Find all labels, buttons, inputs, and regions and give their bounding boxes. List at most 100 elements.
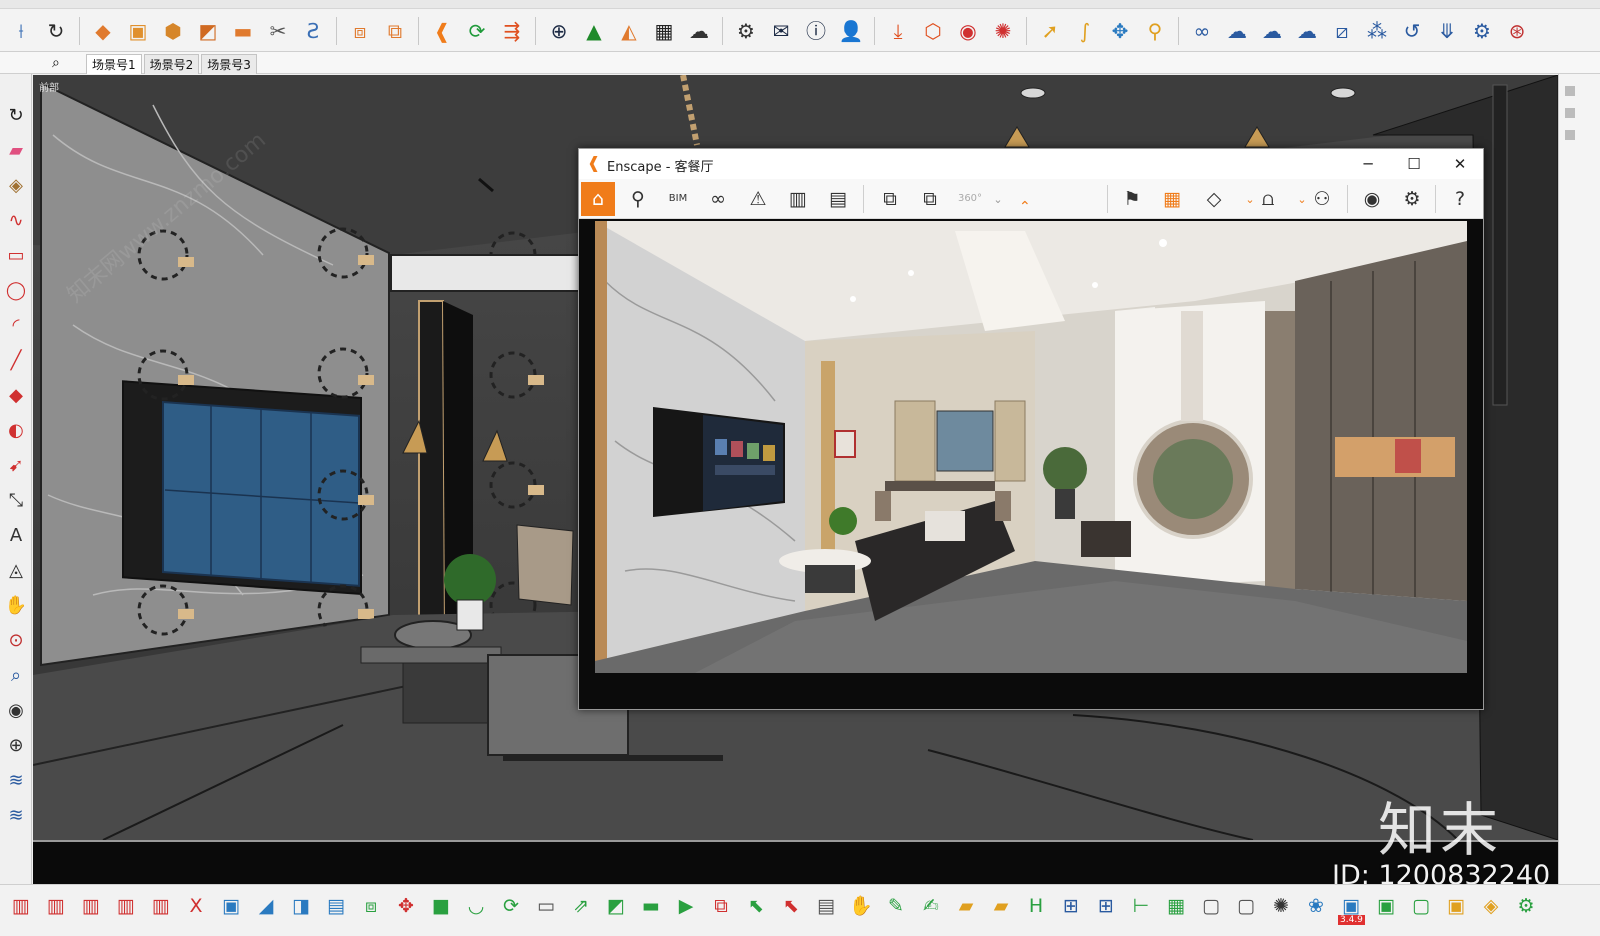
scale-icon[interactable]: Ƨ xyxy=(298,16,328,46)
door-2-icon[interactable]: ▰ xyxy=(986,891,1016,921)
bar-icon[interactable]: ▬ xyxy=(636,891,666,921)
text-icon[interactable]: A xyxy=(2,522,30,550)
cycle-icon[interactable]: ⟳ xyxy=(496,891,526,921)
mail-icon[interactable]: ✉ xyxy=(766,16,796,46)
tape-icon[interactable]: ✂ xyxy=(263,16,293,46)
cube-2-icon[interactable]: ▢ xyxy=(1231,891,1261,921)
cloud-sync-icon[interactable]: ☁ xyxy=(1257,16,1287,46)
ruby-icon[interactable]: ◉ xyxy=(953,16,983,46)
eraser-icon[interactable]: ▰ xyxy=(2,137,30,165)
location-icon[interactable]: ⚲ xyxy=(1140,16,1170,46)
section-fill-icon[interactable]: ≋ xyxy=(2,802,30,830)
minimize-icon[interactable]: ─ xyxy=(1345,149,1391,179)
tree-icon[interactable]: ▲ xyxy=(579,16,609,46)
window-icon[interactable]: ▥ xyxy=(6,891,36,921)
h-icon[interactable]: H xyxy=(1021,891,1051,921)
binoculars-icon[interactable]: ∞ xyxy=(701,182,735,216)
section-icon[interactable]: ≋ xyxy=(2,767,30,795)
hand-icon[interactable]: ✋ xyxy=(846,891,876,921)
cloud-icon[interactable]: ☁ xyxy=(1222,16,1252,46)
rectangle-icon[interactable]: ▭ xyxy=(2,242,30,270)
position-camera-icon[interactable]: ⊕ xyxy=(2,732,30,760)
cloud-upload-icon[interactable]: ☁ xyxy=(684,16,714,46)
batch-render-icon[interactable]: ⧉ xyxy=(913,182,947,216)
enscape-render-view[interactable] xyxy=(595,221,1467,673)
mirror-icon[interactable]: ◨ xyxy=(286,891,316,921)
select-icon[interactable]: ⟊ xyxy=(6,16,36,46)
bar-plus-icon[interactable]: ▶ xyxy=(671,891,701,921)
collapse-toolbar-icon[interactable]: ⌃ xyxy=(1019,199,1031,215)
close-icon[interactable]: ✕ xyxy=(1437,149,1483,179)
download-icon[interactable]: ⤋ xyxy=(1432,16,1462,46)
list-icon[interactable]: ▤ xyxy=(811,891,841,921)
gear-green-icon[interactable]: ⚙ xyxy=(1511,891,1541,921)
group-icon[interactable]: ▤ xyxy=(321,891,351,921)
export-icon[interactable]: ⇗ xyxy=(566,891,596,921)
copy-icon[interactable]: ⧉ xyxy=(706,891,736,921)
bim-button[interactable]: BIM xyxy=(661,182,695,216)
diagonal-icon[interactable]: ◩ xyxy=(601,891,631,921)
move-icon[interactable]: ▬ xyxy=(228,16,258,46)
video-editor-icon[interactable]: ▤ xyxy=(821,182,855,216)
move-cross-icon[interactable]: ✥ xyxy=(1105,16,1135,46)
rotate-icon[interactable]: ◐ xyxy=(2,417,30,445)
protractor-icon[interactable]: ◬ xyxy=(2,557,30,585)
enscape-window[interactable]: ❰ Enscape - 客餐厅 ─ ☐ ✕ ⌂ ⚲ BIM ∞ ⚠ ▥ ▤ ⧉ … xyxy=(578,148,1484,710)
move-icon[interactable]: ⧈ xyxy=(356,891,386,921)
follow-me-icon[interactable]: ➹ xyxy=(2,452,30,480)
axis-icon[interactable]: Ⅹ xyxy=(181,891,211,921)
stairs-icon[interactable]: ◢ xyxy=(251,891,281,921)
box-icon[interactable]: ▣ xyxy=(216,891,246,921)
material-icon[interactable]: ◇ xyxy=(1197,182,1231,216)
paint-icon[interactable]: ◈ xyxy=(2,172,30,200)
export-icon[interactable]: ⇶ xyxy=(497,16,527,46)
window-2-icon[interactable]: ▥ xyxy=(41,891,71,921)
face-icon[interactable]: ■ xyxy=(426,891,456,921)
window-icon[interactable]: ⧄ xyxy=(1327,16,1357,46)
update-icon[interactable]: ↺ xyxy=(1397,16,1427,46)
orbit-icon[interactable]: ↻ xyxy=(2,102,30,130)
box-green-icon[interactable]: ▣ xyxy=(1371,891,1401,921)
checker-icon[interactable]: ▦ xyxy=(649,16,679,46)
vr-headset-icon[interactable]: ⚇ xyxy=(1305,182,1339,216)
component-icon[interactable]: ⬢ xyxy=(158,16,188,46)
asset-library-icon[interactable]: ⩍ xyxy=(1251,182,1285,216)
scene-tab-3[interactable]: 场景号3 xyxy=(201,54,257,74)
scene-tab-1[interactable]: 场景号1 xyxy=(86,54,142,74)
dim-icon[interactable]: ⊞ xyxy=(1056,891,1086,921)
settings-icon[interactable]: ✺ xyxy=(988,16,1018,46)
push-pull-icon[interactable]: ◆ xyxy=(2,382,30,410)
dim-2-icon[interactable]: ⊞ xyxy=(1091,891,1121,921)
link-icon[interactable]: ∞ xyxy=(1187,16,1217,46)
circle-icon[interactable]: ◯ xyxy=(2,277,30,305)
arc-tool-icon[interactable]: ◡ xyxy=(461,891,491,921)
search-icon[interactable]: ⌕ xyxy=(52,55,60,71)
screenshot-icon[interactable]: ⧉ xyxy=(873,182,907,216)
pan-icon[interactable]: ✋ xyxy=(2,592,30,620)
section-plane-icon[interactable]: ⧈ xyxy=(345,16,375,46)
pin-icon[interactable]: ✍ xyxy=(916,891,946,921)
cube-icon[interactable]: ▢ xyxy=(1196,891,1226,921)
map-icon[interactable]: ⚑ xyxy=(1115,182,1149,216)
window-4-icon[interactable]: ▥ xyxy=(111,891,141,921)
dropdown-icon[interactable]: ⌄ xyxy=(981,182,1015,216)
user-icon[interactable]: 👤 xyxy=(836,16,866,46)
import-icon[interactable]: ⤓ xyxy=(883,16,913,46)
cloud-list-icon[interactable]: ☁ xyxy=(1292,16,1322,46)
push-pull-icon[interactable]: ◩ xyxy=(193,16,223,46)
cube-outline-icon[interactable]: ▢ xyxy=(1406,891,1436,921)
window-3-icon[interactable]: ▥ xyxy=(76,891,106,921)
asset-icon[interactable]: ⚠ xyxy=(741,182,775,216)
refresh-icon[interactable]: ⟳ xyxy=(462,16,492,46)
draw-icon[interactable]: ✎ xyxy=(881,891,911,921)
add-icon[interactable]: ⊕ xyxy=(544,16,574,46)
flower-icon[interactable]: ❀ xyxy=(1301,891,1331,921)
trash-icon[interactable]: ▭ xyxy=(531,891,561,921)
info-icon[interactable]: ⓘ xyxy=(801,16,831,46)
enscape-titlebar[interactable]: ❰ Enscape - 客餐厅 ─ ☐ ✕ xyxy=(579,149,1483,179)
paint-can-icon[interactable]: ◈ xyxy=(1476,891,1506,921)
orbit-icon[interactable]: ↻ xyxy=(41,16,71,46)
help-icon[interactable]: ? xyxy=(1443,182,1477,216)
terrain-icon[interactable]: ◭ xyxy=(614,16,644,46)
freehand-icon[interactable]: ∿ xyxy=(2,207,30,235)
